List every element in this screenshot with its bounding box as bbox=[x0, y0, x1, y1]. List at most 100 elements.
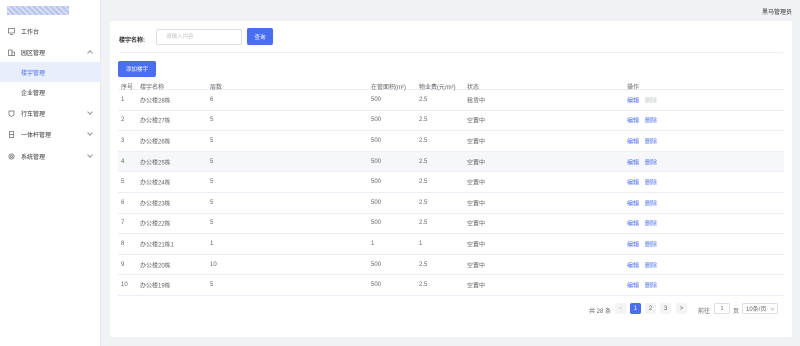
edit-button[interactable]: 编辑 bbox=[627, 181, 639, 187]
cell-name: 办公楼23栋 bbox=[140, 201, 171, 208]
cell-area: 1 bbox=[371, 240, 375, 247]
cell-status: 空置中 bbox=[467, 201, 486, 208]
cell-status: 租赁中 bbox=[467, 98, 486, 105]
edit-button[interactable]: 编辑 bbox=[627, 160, 639, 166]
cell-status: 空置中 bbox=[467, 160, 486, 167]
cell-status: 空置中 bbox=[467, 283, 486, 290]
user-name[interactable]: 黑马管理员 bbox=[762, 7, 792, 16]
edit-button[interactable]: 编辑 bbox=[627, 284, 639, 290]
cell-idx: 7 bbox=[121, 220, 125, 227]
sidebar-subitem-label: 企业管理 bbox=[21, 90, 46, 97]
row-actions: 编辑 删除 bbox=[627, 116, 657, 125]
pole-icon bbox=[8, 130, 15, 138]
edit-button[interactable]: 编辑 bbox=[627, 201, 639, 207]
cell-status: 空置中 bbox=[467, 263, 486, 270]
chevron-down-icon bbox=[87, 152, 93, 158]
sidebar-item-system[interactable]: 系统管理 bbox=[0, 146, 101, 166]
row-actions: 编辑 删除 bbox=[627, 136, 657, 145]
table-row: 2 办公楼27栋 5 500 2.5 空置中 编辑 删除 bbox=[118, 111, 784, 132]
table-row: 4 办公楼25栋 5 500 2.5 空置中 编辑 删除 bbox=[118, 151, 784, 173]
row-actions: 编辑 删除 bbox=[627, 260, 657, 269]
cell-area: 500 bbox=[371, 179, 382, 186]
divider bbox=[119, 52, 783, 53]
edit-button[interactable]: 编辑 bbox=[627, 98, 639, 104]
sidebar-item-park[interactable]: 园区管理 bbox=[0, 42, 101, 62]
row-actions: 编辑 删除 bbox=[627, 157, 657, 166]
cell-fee: 2.5 bbox=[419, 96, 428, 103]
cell-name: 办公楼28栋 bbox=[140, 98, 171, 105]
cell-status: 空置中 bbox=[467, 180, 486, 187]
edit-button[interactable]: 编辑 bbox=[627, 263, 639, 269]
delete-button[interactable]: 删除 bbox=[645, 222, 657, 228]
topbar: 黑马管理员 bbox=[101, 0, 800, 20]
page-size-select[interactable]: 10条/页 bbox=[742, 303, 778, 314]
pagination-prev-button[interactable]: < bbox=[615, 303, 626, 314]
cell-floors: 1 bbox=[210, 240, 214, 247]
delete-button[interactable]: 删除 bbox=[645, 160, 657, 166]
sidebar-subitem-building[interactable]: 楼宇管理 bbox=[0, 62, 101, 82]
cell-name: 办公楼24栋 bbox=[140, 180, 171, 187]
pagination-page-1[interactable]: 1 bbox=[630, 303, 641, 314]
pagination-page-2[interactable]: 2 bbox=[645, 303, 656, 314]
pagination-goto-input[interactable] bbox=[714, 303, 730, 314]
cell-area: 500 bbox=[371, 158, 382, 165]
cell-name: 办公楼26栋 bbox=[140, 139, 171, 146]
cell-fee: 2.5 bbox=[419, 117, 428, 124]
sidebar-item-label: 园区管理 bbox=[21, 50, 46, 57]
cell-fee: 1 bbox=[419, 240, 423, 247]
sidebar-item-workbench[interactable]: 工作台 bbox=[0, 21, 101, 41]
cell-floors: 10 bbox=[210, 261, 217, 268]
cell-floors: 5 bbox=[210, 199, 214, 206]
edit-button[interactable]: 编辑 bbox=[627, 222, 639, 228]
cell-idx: 6 bbox=[121, 199, 125, 206]
sidebar-item-label: 一体杆管理 bbox=[21, 132, 52, 139]
delete-button[interactable]: 删除 bbox=[645, 201, 657, 207]
cell-floors: 5 bbox=[210, 179, 214, 186]
cell-floors: 6 bbox=[210, 96, 214, 103]
row-actions: 编辑 删除 bbox=[627, 178, 657, 187]
sidebar-item-vehicle[interactable]: 行车管理 bbox=[0, 103, 101, 123]
sidebar-item-pole[interactable]: 一体杆管理 bbox=[0, 124, 101, 144]
pagination-page-3[interactable]: 3 bbox=[660, 303, 671, 314]
chevron-down-icon bbox=[770, 306, 775, 311]
delete-button: 删除 bbox=[645, 98, 658, 105]
cell-fee: 2.5 bbox=[419, 179, 428, 186]
cell-area: 500 bbox=[371, 282, 382, 289]
delete-button[interactable]: 删除 bbox=[645, 119, 657, 125]
cell-name: 办公楼27栋 bbox=[140, 118, 171, 125]
edit-button[interactable]: 编辑 bbox=[627, 139, 639, 145]
add-building-button[interactable]: 添加楼宇 bbox=[118, 61, 156, 77]
sidebar-subitem-enterprise[interactable]: 企业管理 bbox=[0, 82, 101, 102]
cell-floors: 5 bbox=[210, 117, 214, 124]
car-icon bbox=[8, 110, 15, 117]
chevron-up-icon bbox=[87, 50, 93, 56]
delete-button[interactable]: 删除 bbox=[645, 242, 657, 248]
cell-floors: 5 bbox=[210, 282, 214, 289]
logo bbox=[7, 6, 69, 15]
search-button[interactable]: 查询 bbox=[247, 28, 273, 45]
cell-fee: 2.5 bbox=[419, 282, 428, 289]
edit-button[interactable]: 编辑 bbox=[627, 119, 639, 125]
delete-button[interactable]: 删除 bbox=[645, 139, 657, 145]
sidebar-subitem-label: 楼宇管理 bbox=[21, 70, 46, 77]
gear-icon bbox=[8, 153, 15, 160]
cell-status: 空置中 bbox=[467, 118, 486, 125]
table-row: 3 办公楼26栋 5 500 2.5 空置中 编辑 删除 bbox=[118, 131, 784, 152]
table-row: 6 办公楼23栋 5 500 2.5 空置中 编辑 删除 bbox=[118, 193, 784, 214]
delete-button[interactable]: 删除 bbox=[645, 284, 657, 290]
cell-fee: 2.5 bbox=[419, 137, 428, 144]
table-row: 7 办公楼22栋 5 500 2.5 空置中 编辑 删除 bbox=[118, 214, 784, 235]
building-table: 序号 楼宇名称 层数 在管面积(m²) 物业费(元/m²) 状态 操作 1 办公楼… bbox=[118, 80, 784, 296]
cell-idx: 3 bbox=[121, 137, 125, 144]
search-input[interactable] bbox=[156, 29, 242, 45]
delete-button[interactable]: 删除 bbox=[645, 181, 657, 187]
table-row: 8 办公楼21栋1 1 1 1 空置中 编辑 删除 bbox=[118, 234, 784, 255]
page-size-value: 10条/页 bbox=[746, 307, 767, 313]
cell-floors: 5 bbox=[210, 158, 214, 165]
cell-area: 500 bbox=[371, 137, 382, 144]
cell-fee: 2.5 bbox=[419, 220, 428, 227]
pagination-next-button[interactable]: > bbox=[676, 303, 687, 314]
edit-button[interactable]: 编辑 bbox=[627, 242, 639, 248]
row-actions: 编辑 删除 bbox=[627, 219, 657, 228]
delete-button[interactable]: 删除 bbox=[645, 263, 657, 269]
